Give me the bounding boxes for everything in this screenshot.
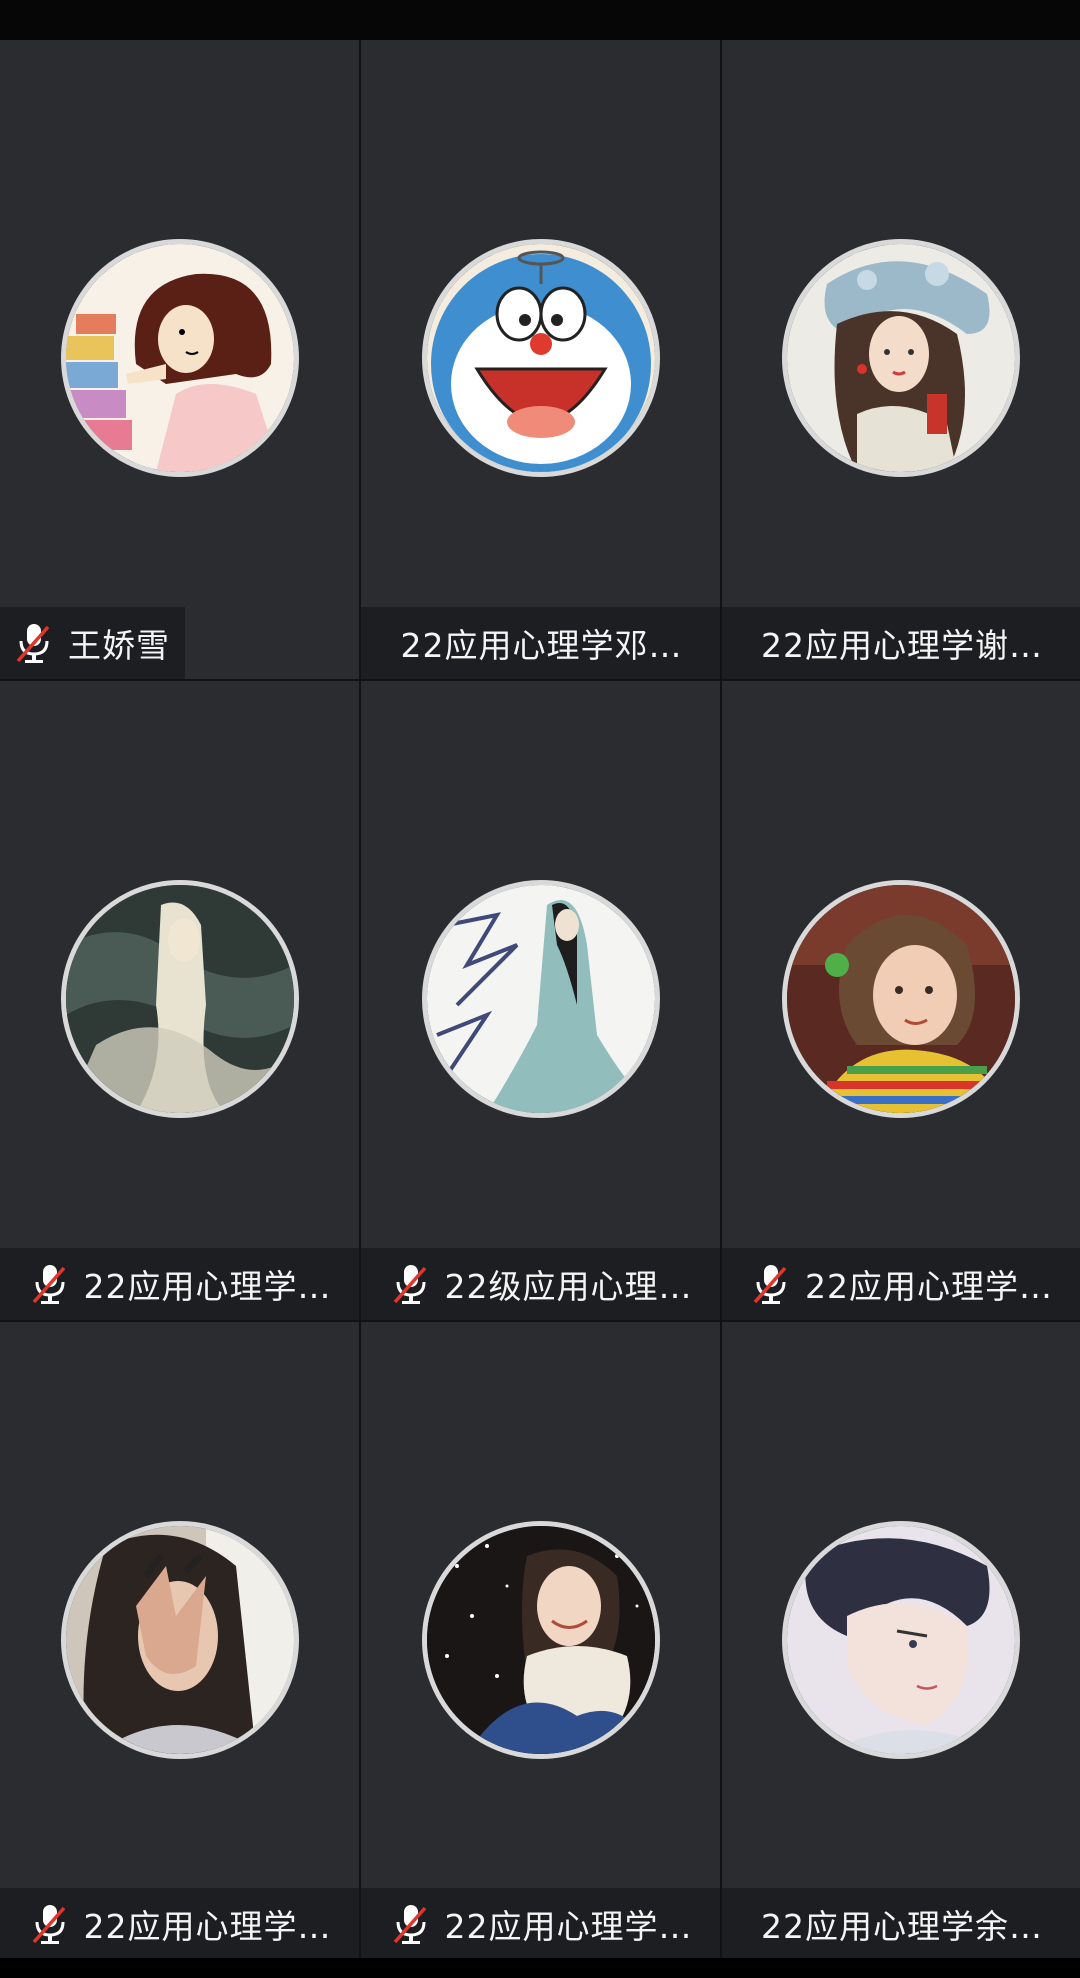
status-bar xyxy=(0,0,1080,40)
participant-nameplate: 22应用心理学… xyxy=(0,1248,359,1320)
participant-nameplate: 22级应用心理… xyxy=(361,1248,720,1320)
participant-tile[interactable]: 22应用心理学… xyxy=(0,1322,359,1960)
participant-tile[interactable]: 22应用心理学… xyxy=(722,681,1080,1320)
participant-tile[interactable]: 王娇雪 xyxy=(0,40,359,679)
participant-name: 22应用心理学… xyxy=(83,1267,332,1306)
participant-name: 22级应用心理… xyxy=(444,1267,693,1306)
participant-tile[interactable]: 22级应用心理… xyxy=(361,681,720,1320)
muted-mic-icon xyxy=(32,1265,65,1304)
participant-tile[interactable]: 22应用心理学邓… xyxy=(361,40,720,679)
participant-name: 22应用心理学谢… xyxy=(761,626,1043,665)
participant-name: 22应用心理学邓… xyxy=(400,626,683,665)
doraemon-avatar-icon xyxy=(421,239,660,477)
participant-nameplate: 22应用心理学邓… xyxy=(361,607,720,679)
ink-painting-girl-avatar-icon xyxy=(421,880,660,1118)
participant-nameplate: 22应用心理学… xyxy=(361,1888,720,1960)
muted-mic-icon xyxy=(753,1265,787,1304)
muted-mic-icon xyxy=(32,1905,65,1944)
participant-nameplate: 22应用心理学… xyxy=(0,1888,359,1960)
participant-tile[interactable]: 22应用心理学余… xyxy=(722,1322,1080,1960)
participant-name: 22应用心理学… xyxy=(805,1267,1053,1306)
participant-name: 22应用心理学… xyxy=(83,1907,332,1946)
muted-mic-icon xyxy=(393,1905,426,1944)
cartoon-girl-avatar-icon xyxy=(60,239,299,477)
participant-nameplate: 22应用心理学谢… xyxy=(722,607,1080,679)
snow-girl-avatar-icon xyxy=(421,1521,660,1759)
participant-nameplate: 王娇雪 xyxy=(0,607,185,679)
participant-tile[interactable]: 22应用心理学… xyxy=(361,1322,720,1960)
participant-name: 王娇雪 xyxy=(68,626,170,665)
bottom-edge xyxy=(0,1958,1080,1978)
participant-nameplate: 22应用心理学… xyxy=(722,1248,1080,1320)
muted-mic-icon xyxy=(16,624,50,663)
participant-grid: 王娇雪 22应用心理学邓… 22应用心理学谢… 22应用心理学… 22级应用心理… xyxy=(0,40,1080,1960)
white-hair-girl-avatar-icon xyxy=(60,880,299,1118)
child-photo-avatar-icon xyxy=(782,880,1020,1118)
anime-boy-avatar-icon xyxy=(782,1521,1020,1759)
participant-name: 22应用心理学余… xyxy=(761,1907,1043,1946)
opera-girl-avatar-icon xyxy=(782,239,1020,477)
hidden-face-girl-avatar-icon xyxy=(60,1521,299,1759)
muted-mic-icon xyxy=(393,1265,426,1304)
participant-tile[interactable]: 22应用心理学谢… xyxy=(722,40,1080,679)
participant-tile[interactable]: 22应用心理学… xyxy=(0,681,359,1320)
participant-nameplate: 22应用心理学余… xyxy=(722,1888,1080,1960)
participant-name: 22应用心理学… xyxy=(444,1907,693,1946)
